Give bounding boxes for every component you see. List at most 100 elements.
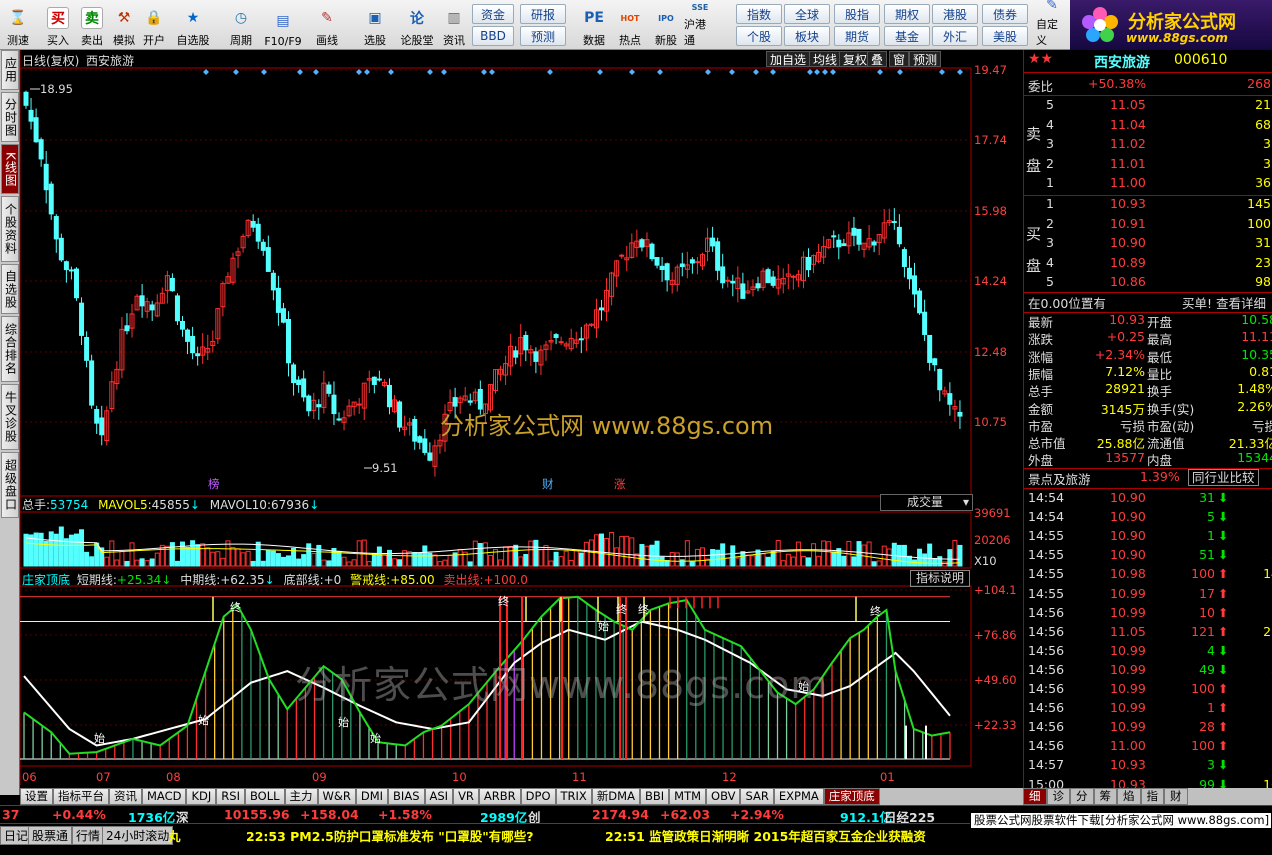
toolbar-button-8[interactable]: ✎ 画线 [306, 2, 348, 48]
indicator-tab[interactable]: W&R [317, 788, 356, 805]
news-tab-quotes[interactable]: 行情 [72, 826, 105, 845]
indicator-tab[interactable]: DPO [520, 788, 556, 805]
quote-bottom-tab[interactable]: 诊 [1046, 788, 1070, 805]
indicator-tab[interactable]: OBV [706, 788, 741, 805]
quote-bottom-tab[interactable]: 细 [1023, 788, 1047, 805]
indicator-tab[interactable]: 资讯 [109, 788, 142, 805]
market-grid-btn[interactable]: 基金 [884, 26, 930, 46]
chart-header-btn-1[interactable]: 均线 [809, 51, 842, 67]
left-tab-1[interactable]: 分时图 [1, 92, 19, 142]
chart-header-btn-5[interactable]: 预测 [909, 51, 942, 67]
toolbar-button-2[interactable]: 卖卖出 [76, 2, 108, 48]
left-tab-3[interactable]: 个股资料 [1, 196, 19, 262]
toolbar-grid-btn-1[interactable]: BBD [472, 26, 514, 46]
indicator-tab[interactable]: 指标平台 [53, 788, 109, 805]
indicator-tab[interactable]: 主力 [284, 788, 318, 805]
left-tab-0[interactable]: 应用 [1, 50, 19, 90]
market-grid-btn[interactable]: 个股 [736, 26, 782, 46]
tick-row: 14:5610.9949⬇5 [1024, 662, 1272, 681]
volume-bar [397, 559, 403, 567]
left-tab-2[interactable]: K线图 [1, 144, 19, 194]
chart-header-btn-3[interactable]: 叠 [867, 51, 888, 67]
indicator-tab[interactable]: 新DMA [591, 788, 640, 805]
tick-time: 14:56 [1028, 719, 1065, 735]
chart-header-btn-0[interactable]: 加自选 [766, 51, 811, 67]
market-grid-btn[interactable]: 期权 [884, 4, 930, 24]
market-grid-btn[interactable]: 全球 [784, 4, 830, 24]
left-tab-5[interactable]: 综合排名 [1, 316, 19, 382]
indicator-tab[interactable]: ASI [424, 788, 454, 805]
market-grid-btn[interactable]: 美股 [982, 26, 1028, 46]
news-tab-stocktong[interactable]: 股票通 [28, 826, 73, 845]
toolbar-button-6[interactable]: ◷ 周期 [220, 2, 262, 48]
toolbar-button-10[interactable]: 论论股堂 [396, 2, 438, 48]
toolbar-grid-btn-3[interactable]: 预测 [520, 26, 566, 46]
market-grid-btn[interactable]: 债券 [982, 4, 1028, 24]
industry-compare-button[interactable]: 同行业比较 [1188, 469, 1259, 486]
toolbar-button-0[interactable]: ⌛ 测速 [2, 2, 34, 48]
volume-bar [442, 559, 448, 567]
indicator-tab[interactable]: RSI [216, 788, 245, 805]
download-banner[interactable]: 股票公式网股票软件下载[分析家公式网 www.88gs.com] [970, 812, 1272, 829]
indicator-tab[interactable]: VR [453, 788, 479, 805]
news-item-1[interactable]: 22:53 PM2.5防护口罩标准发布 "口罩股"有哪些? [246, 826, 534, 845]
indicator-tab[interactable]: ARBR [478, 788, 521, 805]
indicator-tab[interactable]: BOLL [244, 788, 285, 805]
price-axis-label: 10.75 [974, 415, 1007, 429]
quote-bottom-tab[interactable]: 焰 [1117, 788, 1141, 805]
toolbar-grid-btn-2[interactable]: 研报 [520, 4, 566, 24]
market-grid-btn[interactable]: 指数 [736, 4, 782, 24]
market-grid-btn[interactable]: 股指 [834, 4, 880, 24]
news-tab-24h[interactable]: 24小时滚动 [102, 826, 174, 845]
market-grid-btn[interactable]: 板块 [784, 26, 830, 46]
volume-bar [760, 553, 766, 567]
toolbar-button-13[interactable]: HOT 热点 [614, 2, 646, 48]
quote-bottom-tab[interactable]: 财 [1164, 788, 1188, 805]
toolbar-button-7[interactable]: ▤ F10/F9 [262, 2, 304, 48]
quote-bottom-tab[interactable]: 分 [1070, 788, 1094, 805]
chart-header-btn-4[interactable]: 窗 [889, 51, 910, 67]
market-grid-btn[interactable]: 外汇 [932, 26, 978, 46]
event-diamond-icon [203, 69, 209, 75]
indicator-tab[interactable]: 庄家顶底 [823, 788, 880, 805]
news-item-2[interactable]: 22:51 监管政策日渐明晰 2015年超百家互金企业获融资 [605, 826, 926, 845]
candle-body [659, 265, 665, 270]
toolbar-grid-btn-0[interactable]: 资金 [472, 4, 514, 24]
arrow-up-icon: ⬆ [1218, 604, 1229, 620]
indicator-tab[interactable]: 设置 [20, 788, 53, 805]
left-tab-6[interactable]: 牛叉诊股 [1, 384, 19, 450]
left-tab-7[interactable]: 超级盘口 [1, 452, 19, 518]
sector-name[interactable]: 景点及旅游 [1028, 469, 1091, 488]
indicator-tab[interactable]: EXPMA [773, 788, 824, 805]
indicator-tab[interactable]: BIAS [388, 788, 425, 805]
left-tab-4[interactable]: 自选股 [1, 264, 19, 314]
signal-label: 始 [338, 715, 349, 729]
indicator-tab[interactable]: DMI [355, 788, 389, 805]
toolbar-button-9[interactable]: ▣ 选股 [354, 2, 396, 48]
toolbar-button-4[interactable]: 🔒 开户 [138, 2, 170, 48]
toolbar-button-14[interactable]: IPO 新股 [650, 2, 682, 48]
candle-body [917, 290, 923, 314]
toolbar-button-12[interactable]: PE 数据 [578, 2, 610, 48]
tick-volume: 10 [1199, 604, 1215, 620]
toolbar-button-5[interactable]: ★ 自选股 [172, 2, 214, 48]
indicator-help-button[interactable]: 指标说明 [910, 570, 970, 587]
indicator-tab[interactable]: BBI [639, 788, 670, 805]
quote-bottom-tab[interactable]: 指 [1140, 788, 1164, 805]
indicator-tab[interactable]: MTM [669, 788, 707, 805]
market-grid-btn[interactable]: 港股 [932, 4, 978, 24]
toolbar-button-16[interactable]: ✎ 自定义 [1036, 0, 1068, 48]
indicator-tab[interactable]: MACD [142, 788, 187, 805]
toolbar-button-11[interactable]: ▥ 资讯 [438, 2, 470, 48]
market-grid-btn[interactable]: 期货 [834, 26, 880, 46]
quote-bottom-tab[interactable]: 筹 [1093, 788, 1117, 805]
indicator-tab[interactable]: KDJ [186, 788, 217, 805]
position-detail-link[interactable]: 买单! 查看详细 [1182, 293, 1266, 312]
toolbar-button-15[interactable]: SSE 沪港通 [684, 2, 716, 48]
indicator-tab[interactable]: TRIX [555, 788, 592, 805]
toolbar-button-3[interactable]: ⚒ 模拟 [108, 2, 140, 48]
candle-body [255, 223, 261, 242]
volume-indicator-select[interactable]: 成交量 ▾ [880, 494, 973, 511]
toolbar-button-1[interactable]: 买买入 [42, 2, 74, 48]
indicator-tab[interactable]: SAR [740, 788, 774, 805]
